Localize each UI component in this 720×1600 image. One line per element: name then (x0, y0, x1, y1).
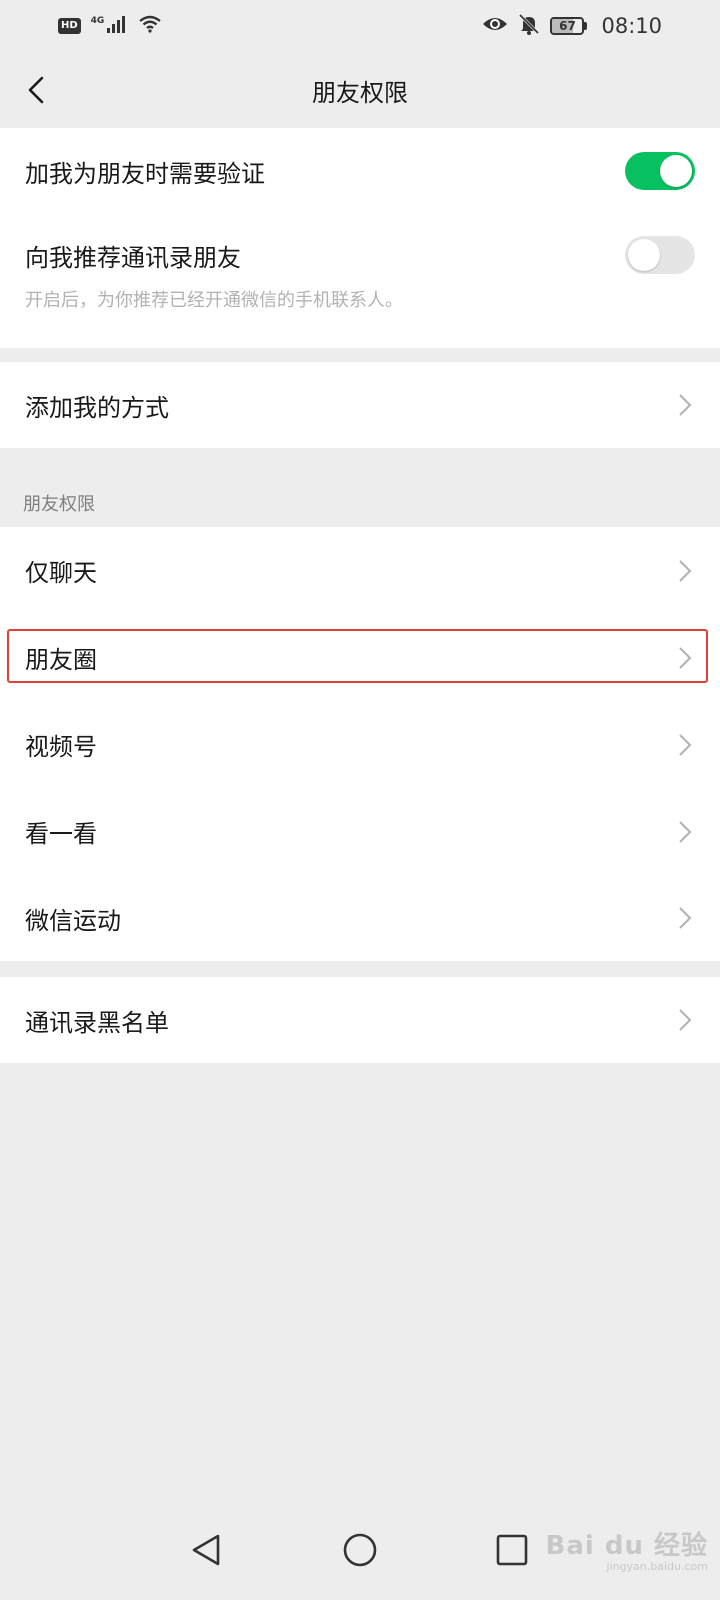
baidu-watermark: Bai du 经验 jingyan.baidu.com (546, 1525, 709, 1573)
blacklist-label: 通讯录黑名单 (25, 1008, 169, 1037)
home-circle-icon[interactable] (336, 1526, 384, 1574)
blacklist-group: 通讯录黑名单 (0, 977, 720, 1063)
verify-row: 加我为朋友时需要验证 (0, 128, 720, 214)
list-item-moments[interactable]: 朋友圈 (0, 614, 720, 701)
blacklist-row[interactable]: 通讯录黑名单 (0, 977, 720, 1063)
chevron-right-icon (675, 394, 695, 416)
chevron-right-icon (675, 559, 695, 582)
chevron-left-icon (28, 76, 44, 104)
add-methods-label: 添加我的方式 (25, 393, 169, 422)
recommend-label: 向我推荐通讯录朋友 (25, 244, 241, 272)
status-left: HD 4G (58, 14, 162, 38)
list-item-top-stories[interactable]: 看一看 (0, 788, 720, 875)
signal-icon (106, 14, 128, 38)
recommend-toggle[interactable] (625, 236, 695, 274)
status-bar: HD 4G 67 08:10 (0, 0, 720, 52)
chevron-right-icon (675, 733, 695, 756)
chevron-right-icon (675, 907, 695, 929)
list-item-label: 仅聊天 (25, 559, 97, 587)
back-triangle-icon[interactable] (182, 1526, 230, 1574)
section-header: 朋友权限 (23, 494, 95, 515)
list-item-chat-only[interactable]: 仅聊天 (0, 527, 720, 614)
bell-off-icon (518, 13, 540, 40)
clock: 08:10 (601, 14, 662, 38)
wifi-icon (138, 14, 162, 38)
list-item-label: 看一看 (25, 820, 97, 848)
chevron-right-icon (675, 820, 695, 843)
toggle-knob (660, 155, 692, 187)
privacy-toggle-group: 加我为朋友时需要验证 向我推荐通讯录朋友 开启后，为你推荐已经开通微信的手机联系… (0, 128, 720, 348)
recommend-row: 向我推荐通讯录朋友 开启后，为你推荐已经开通微信的手机联系人。 (0, 214, 720, 348)
list-item-channels[interactable]: 视频号 (0, 701, 720, 788)
verify-label: 加我为朋友时需要验证 (25, 159, 265, 188)
battery-icon: 67 (550, 17, 588, 35)
network-type: 4G (90, 16, 105, 26)
list-item-label: 视频号 (25, 733, 97, 761)
watermark-logo-text: Bai du 经验 (545, 1531, 708, 1561)
list-item-werun[interactable]: 微信运动 (0, 875, 720, 961)
toggle-knob (628, 239, 660, 271)
add-methods-row[interactable]: 添加我的方式 (0, 362, 720, 448)
chevron-right-icon (675, 1009, 695, 1031)
battery-level: 67 (559, 19, 576, 33)
verify-toggle[interactable] (625, 152, 695, 190)
friend-permission-group: 仅聊天 朋友圈 视频号 看一看 微信运动 (0, 527, 720, 961)
page-title: 朋友权限 (312, 78, 408, 107)
nav-bar: 朋友权限 (0, 52, 720, 128)
recommend-description: 开启后，为你推荐已经开通微信的手机联系人。 (25, 290, 403, 311)
back-button[interactable] (14, 68, 58, 112)
chevron-right-icon (675, 646, 695, 669)
hd-badge: HD (58, 18, 81, 34)
eye-icon (482, 14, 508, 38)
watermark-url: jingyan.baidu.com (606, 1560, 708, 1573)
status-right: 67 08:10 (482, 13, 662, 40)
list-item-label: 微信运动 (25, 906, 121, 935)
list-item-label: 朋友圈 (25, 646, 97, 674)
recents-square-icon[interactable] (488, 1526, 536, 1574)
add-methods-group: 添加我的方式 (0, 362, 720, 448)
